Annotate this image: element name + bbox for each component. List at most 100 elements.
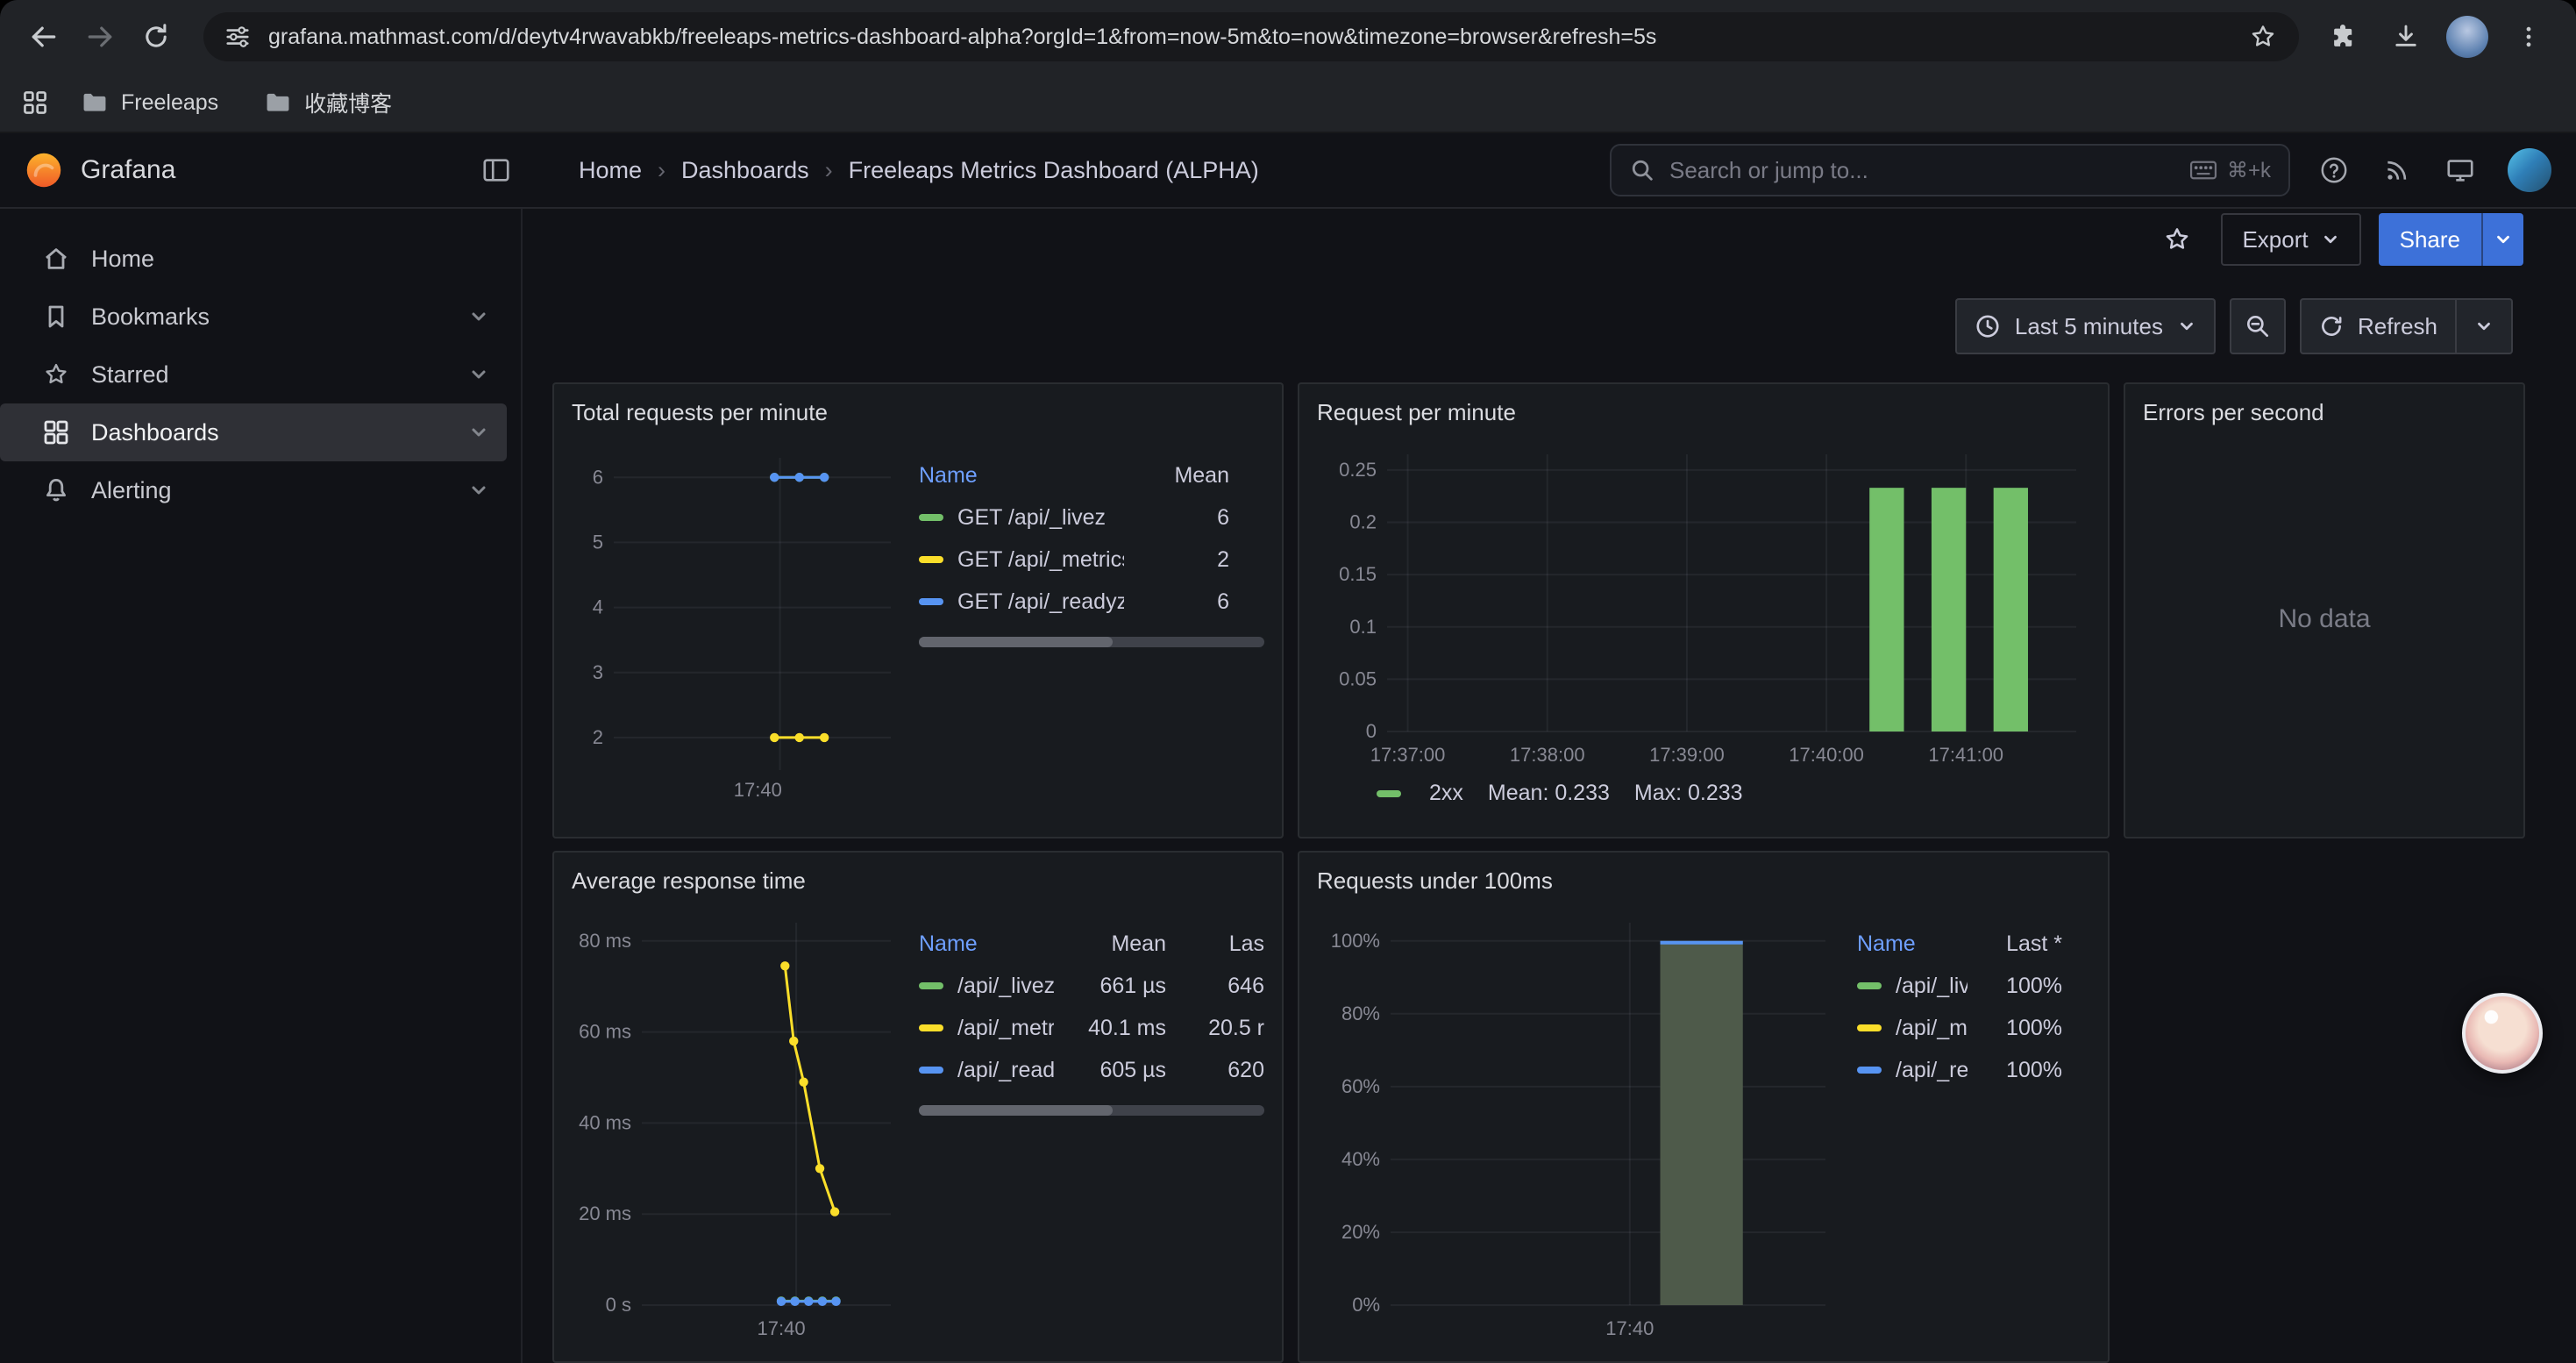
legend-row: GET /api/_metrics 2	[919, 539, 1264, 581]
export-button[interactable]: Export	[2221, 213, 2360, 266]
downloads-button[interactable]	[2383, 14, 2429, 60]
series-name[interactable]: /api/_metrics	[957, 1016, 1054, 1041]
legend-column-last[interactable]: Last *	[1968, 931, 2062, 957]
series-mean: 6	[1124, 589, 1229, 615]
series-last: 20.5 r	[1166, 1016, 1264, 1041]
legend-row: GET /api/_readyz 6	[919, 581, 1264, 623]
site-info-icon[interactable]	[224, 24, 251, 50]
legend-column-name[interactable]: Name	[1857, 931, 1968, 957]
search-input[interactable]: Search or jump to... ⌘+k	[1610, 144, 2290, 196]
keyboard-icon	[2188, 159, 2218, 182]
panel-title[interactable]: Total requests per minute	[572, 395, 1264, 430]
browser-menu-button[interactable]	[2506, 14, 2551, 60]
svg-text:17:41:00: 17:41:00	[1928, 744, 2003, 766]
panel-title[interactable]: Average response time	[572, 863, 1264, 898]
favorite-dashboard-button[interactable]	[2151, 213, 2203, 266]
legend-column-name[interactable]: Name	[919, 463, 1124, 489]
dock-menu-icon	[481, 155, 511, 185]
series-name[interactable]: /api/_readyz	[957, 1058, 1054, 1083]
help-button[interactable]	[2308, 144, 2360, 196]
series-name[interactable]: GET /api/_readyz	[957, 589, 1124, 615]
bookmark-icon	[42, 303, 70, 331]
legend-header: Name Last *	[1857, 923, 2090, 965]
breadcrumb: Home › Dashboards › Freeleaps Metrics Da…	[579, 157, 1259, 184]
user-avatar[interactable]	[2508, 148, 2551, 192]
legend-inline: 2xx Mean: 0.233 Max: 0.233	[1317, 781, 2090, 806]
refresh-interval-menu[interactable]	[2474, 317, 2494, 336]
time-range-picker[interactable]: Last 5 minutes	[1955, 298, 2216, 354]
bookmark-star-icon[interactable]	[2248, 22, 2278, 52]
bookmark-item-blog[interactable]: 收藏博客	[250, 80, 406, 125]
sidebar-item-dashboards[interactable]: Dashboards	[0, 403, 507, 461]
svg-text:0 s: 0 s	[606, 1294, 631, 1316]
scrollbar-thumb[interactable]	[919, 1105, 1113, 1116]
series-swatch	[1377, 790, 1401, 797]
svg-text:3: 3	[593, 661, 603, 683]
series-last: 100%	[1968, 974, 2062, 999]
news-button[interactable]	[2371, 144, 2423, 196]
series-name[interactable]: /api/_readyz	[1896, 1058, 1968, 1083]
legend-column-name[interactable]: Name	[919, 931, 1054, 957]
reload-button[interactable]	[130, 11, 182, 63]
share-button[interactable]: Share	[2379, 213, 2523, 266]
refresh-button[interactable]: Refresh	[2300, 298, 2513, 354]
assistant-avatar[interactable]	[2462, 993, 2543, 1074]
legend-row: /api/_readyz 100%	[1857, 1049, 2090, 1091]
legend-scrollbar[interactable]	[919, 637, 1264, 647]
rss-icon	[2383, 156, 2411, 184]
legend-column-mean[interactable]: Mean	[1124, 463, 1229, 489]
series-name[interactable]: /api/_livez	[957, 974, 1054, 999]
chevron-down-icon[interactable]	[468, 480, 489, 501]
extensions-button[interactable]	[2320, 14, 2366, 60]
legend-scrollbar[interactable]	[919, 1105, 1264, 1116]
forward-button[interactable]	[74, 11, 126, 63]
svg-text:2: 2	[593, 726, 603, 748]
svg-text:17:40: 17:40	[734, 779, 782, 801]
sidebar-item-label: Dashboards	[91, 419, 219, 446]
divider	[2455, 300, 2457, 353]
svg-text:20%: 20%	[1341, 1221, 1380, 1243]
share-menu-button[interactable]	[2481, 213, 2523, 266]
sidebar-item-alerting[interactable]: Alerting	[0, 461, 507, 519]
legend-column-mean[interactable]: Mean	[1054, 931, 1166, 957]
series-swatch	[919, 598, 943, 605]
browser-profile-avatar[interactable]	[2446, 16, 2488, 58]
breadcrumb-dashboards[interactable]: Dashboards	[681, 157, 809, 184]
url-bar[interactable]: grafana.mathmast.com/d/deytv4rwavabkb/fr…	[203, 12, 2299, 61]
refresh-label: Refresh	[2358, 313, 2437, 340]
svg-text:17:40: 17:40	[1605, 1317, 1654, 1339]
svg-text:5: 5	[593, 531, 603, 553]
series-last: 620	[1166, 1058, 1264, 1083]
kiosk-button[interactable]	[2434, 144, 2487, 196]
dock-menu-button[interactable]	[470, 144, 523, 196]
series-name[interactable]: /api/_livez	[1896, 974, 1968, 999]
series-last: 100%	[1968, 1016, 2062, 1041]
panel-title[interactable]: Errors per second	[2143, 395, 2506, 430]
sidebar-item-bookmarks[interactable]: Bookmarks	[0, 288, 507, 346]
sidebar-item-home[interactable]: Home	[0, 230, 507, 288]
grafana-logo[interactable]	[25, 151, 63, 189]
series-mean: 40.1 ms	[1054, 1016, 1166, 1041]
series-name[interactable]: GET /api/_metrics	[957, 547, 1124, 573]
series-name[interactable]: 2xx	[1429, 781, 1463, 806]
bookmark-item-freeleaps[interactable]: Freeleaps	[67, 82, 232, 124]
apps-grid-button[interactable]	[21, 89, 49, 117]
svg-text:80 ms: 80 ms	[579, 930, 631, 952]
chevron-down-icon[interactable]	[468, 422, 489, 443]
folder-icon	[264, 89, 292, 117]
series-name[interactable]: /api/_metrics	[1896, 1016, 1968, 1041]
chevron-down-icon[interactable]	[468, 364, 489, 385]
panel-title[interactable]: Request per minute	[1317, 395, 2090, 430]
legend-column-last[interactable]: Las	[1166, 931, 1264, 957]
series-name[interactable]: GET /api/_livez	[957, 505, 1124, 531]
sidebar-item-label: Alerting	[91, 477, 172, 504]
panel-title[interactable]: Requests under 100ms	[1317, 863, 2090, 898]
breadcrumb-home[interactable]: Home	[579, 157, 642, 184]
chevron-down-icon[interactable]	[468, 306, 489, 327]
back-button[interactable]	[18, 11, 70, 63]
zoom-out-button[interactable]	[2230, 298, 2286, 354]
scrollbar-thumb[interactable]	[919, 637, 1113, 647]
browser-toolbar: grafana.mathmast.com/d/deytv4rwavabkb/fr…	[0, 0, 2576, 74]
breadcrumb-separator: ›	[825, 157, 833, 184]
sidebar-item-starred[interactable]: Starred	[0, 346, 507, 403]
